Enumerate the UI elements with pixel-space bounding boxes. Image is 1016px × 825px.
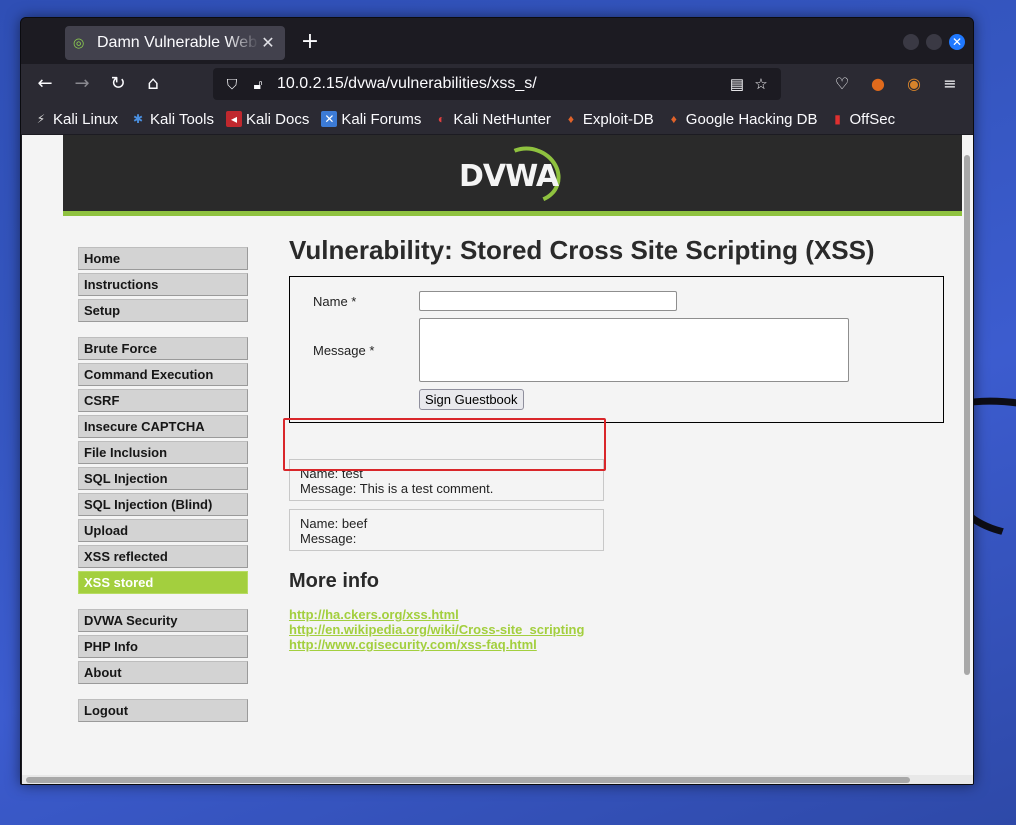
dvwa-logo: DVWA xyxy=(459,137,569,213)
dvwa-header: DVWA xyxy=(63,135,962,216)
tab-bar: ◎ Damn Vulnerable Web App ✕ + ✕ xyxy=(21,18,973,64)
offsec-icon: ▮ xyxy=(834,112,841,126)
tab-title: Damn Vulnerable Web App xyxy=(97,34,259,51)
bookmark-kali-forums[interactable]: ✕ Kali Forums xyxy=(321,111,421,128)
side-menu: Home Instructions Setup Brute Force Command … xyxy=(78,247,248,737)
menu-item-insecure-captcha[interactable]: Insecure CAPTCHA xyxy=(78,415,248,438)
menu-item-csrf[interactable]: CSRF xyxy=(78,389,248,412)
vertical-scrollbar[interactable] xyxy=(963,135,971,675)
insecure-lock-icon[interactable]: 🔓︎ xyxy=(247,76,269,93)
pocket-icon[interactable]: ♡ xyxy=(829,71,855,97)
highlight-annotation xyxy=(283,418,606,471)
guestbook-form: Name * Message * Sign Guestbook xyxy=(289,276,944,423)
entry-message: Message: This is a test comment. xyxy=(300,481,494,496)
extension-icon[interactable]: ● xyxy=(865,71,891,97)
menu-block: Logout xyxy=(78,699,248,722)
url-text[interactable]: 10.0.2.15/dvwa/vulnerabilities/xss_s/ xyxy=(277,75,725,93)
guestbook-entry: Name: beef Message: xyxy=(289,509,604,551)
sign-guestbook-button[interactable]: Sign Guestbook xyxy=(419,389,524,410)
entry-message: Message: xyxy=(300,531,357,546)
menu-item-file-inclusion[interactable]: File Inclusion xyxy=(78,441,248,464)
hamburger-menu-icon[interactable]: ≡ xyxy=(937,71,963,97)
menu-block: Home Instructions Setup xyxy=(78,247,248,322)
browser-tab[interactable]: ◎ Damn Vulnerable Web App ✕ xyxy=(65,26,285,60)
menu-block: Brute Force Command Execution CSRF Insecure… xyxy=(78,337,248,594)
menu-item-xss-reflected[interactable]: XSS reflected xyxy=(78,545,248,568)
dvwa-page: DVWA Home Instructions Setup Brute Force Com… xyxy=(63,135,962,784)
nav-bar: ← → ↻ ⌂ ⛉ 🔓︎ 10.0.2.15/dvwa/vulnerabilit… xyxy=(21,64,973,104)
bookmark-kali-docs[interactable]: ◂ Kali Docs xyxy=(225,111,309,128)
back-button[interactable]: ← xyxy=(32,71,58,97)
bookmarks-toolbar: ⚡︎ Kali Linux ✱ Kali Tools ◂ Kali Docs ✕ Kal… xyxy=(21,104,973,134)
cookie-extension-icon[interactable]: ◉ xyxy=(901,71,927,97)
ghdb-icon: ♦ xyxy=(670,112,677,126)
kali-dragon-icon: ⚡︎ xyxy=(36,112,46,126)
reload-button[interactable]: ↻ xyxy=(105,71,131,97)
main-content: Vulnerability: Stored Cross Site Scripti… xyxy=(283,235,944,652)
message-label: Message * xyxy=(313,343,375,358)
name-input[interactable] xyxy=(419,291,677,311)
horizontal-scroll-thumb[interactable] xyxy=(26,777,910,783)
exploit-db-icon: ♦ xyxy=(567,112,574,126)
guestbook-entries: Name: test Message: This is a test comme… xyxy=(289,459,604,551)
browser-window: ◎ Damn Vulnerable Web App ✕ + ✕ ← → ↻ ⌂ … xyxy=(20,17,974,785)
minimize-button[interactable] xyxy=(903,34,919,50)
more-info-title: More info xyxy=(289,570,379,592)
more-info-link[interactable]: http://www.cgisecurity.com/xss-faq.html xyxy=(289,637,944,652)
menu-item-php-info[interactable]: PHP Info xyxy=(78,635,248,658)
menu-item-command-execution[interactable]: Command Execution xyxy=(78,363,248,386)
bookmark-google-hacking-db[interactable]: ♦ Google Hacking DB xyxy=(666,111,818,128)
home-button[interactable]: ⌂ xyxy=(140,71,166,97)
vertical-scroll-thumb[interactable] xyxy=(964,155,970,675)
reader-view-icon[interactable]: ▤ xyxy=(725,75,749,93)
message-textarea[interactable] xyxy=(419,318,849,382)
new-tab-button[interactable]: + xyxy=(297,30,323,56)
close-window-button[interactable]: ✕ xyxy=(949,34,965,50)
more-info-link[interactable]: http://ha.ckers.org/xss.html xyxy=(289,607,944,622)
more-info-link[interactable]: http://en.wikipedia.org/wiki/Cross-site_… xyxy=(289,622,944,637)
kali-forums-icon: ✕ xyxy=(321,111,338,127)
menu-item-setup[interactable]: Setup xyxy=(78,299,248,322)
maximize-button[interactable] xyxy=(926,34,942,50)
shield-icon[interactable]: ⛉ xyxy=(221,76,243,93)
bookmark-kali-tools[interactable]: ✱ Kali Tools xyxy=(130,111,214,128)
menu-item-instructions[interactable]: Instructions xyxy=(78,273,248,296)
tab-close-icon[interactable]: ✕ xyxy=(259,33,277,53)
name-label: Name * xyxy=(313,294,357,309)
menu-item-logout[interactable]: Logout xyxy=(78,699,248,722)
menu-item-sql-injection-blind[interactable]: SQL Injection (Blind) xyxy=(78,493,248,516)
menu-item-about[interactable]: About xyxy=(78,661,248,684)
menu-item-dvwa-security[interactable]: DVWA Security xyxy=(78,609,248,632)
nethunter-icon: ◐ xyxy=(437,112,445,126)
menu-item-home[interactable]: Home xyxy=(78,247,248,270)
menu-item-xss-stored[interactable]: XSS stored xyxy=(78,571,248,594)
menu-item-brute-force[interactable]: Brute Force xyxy=(78,337,248,360)
kali-tools-icon: ✱ xyxy=(133,112,144,126)
bookmark-exploit-db[interactable]: ♦ Exploit-DB xyxy=(563,111,654,128)
bookmark-kali-nethunter[interactable]: ◐ Kali NetHunter xyxy=(433,111,551,128)
forward-button[interactable]: → xyxy=(69,71,95,97)
horizontal-scrollbar[interactable] xyxy=(22,775,973,784)
menu-block: DVWA Security PHP Info About xyxy=(78,609,248,684)
kali-docs-icon: ◂ xyxy=(225,111,242,127)
bookmark-kali-linux[interactable]: ⚡︎ Kali Linux xyxy=(33,111,118,128)
entry-name: Name: beef xyxy=(300,516,368,531)
menu-item-upload[interactable]: Upload xyxy=(78,519,248,542)
menu-item-sql-injection[interactable]: SQL Injection xyxy=(78,467,248,490)
page-title: Vulnerability: Stored Cross Site Scripti… xyxy=(289,235,875,265)
bookmark-star-icon[interactable]: ☆ xyxy=(749,75,773,93)
page-viewport: DVWA Home Instructions Setup Brute Force Com… xyxy=(22,135,973,784)
dvwa-favicon-icon: ◎ xyxy=(73,35,85,50)
url-bar[interactable]: ⛉ 🔓︎ 10.0.2.15/dvwa/vulnerabilities/xss_… xyxy=(213,68,781,100)
logo-text: DVWA xyxy=(459,159,559,194)
bookmark-offsec[interactable]: ▮ OffSec xyxy=(830,111,895,128)
